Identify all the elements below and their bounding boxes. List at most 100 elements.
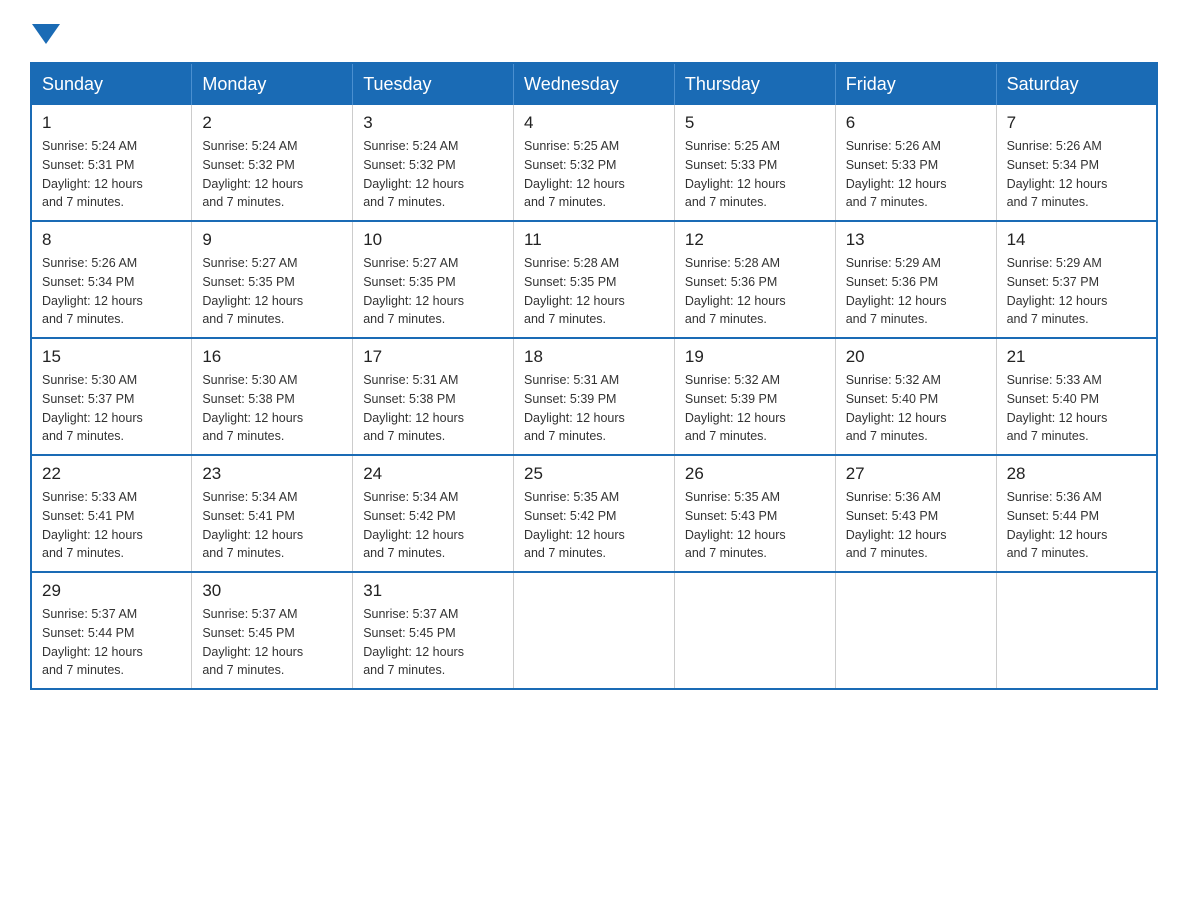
calendar-cell: 15 Sunrise: 5:30 AMSunset: 5:37 PMDayligh… [31,338,192,455]
calendar-cell: 23 Sunrise: 5:34 AMSunset: 5:41 PMDayligh… [192,455,353,572]
day-info: Sunrise: 5:34 AMSunset: 5:41 PMDaylight:… [202,488,342,563]
calendar-cell: 5 Sunrise: 5:25 AMSunset: 5:33 PMDaylight… [674,105,835,221]
calendar-cell: 20 Sunrise: 5:32 AMSunset: 5:40 PMDayligh… [835,338,996,455]
day-info: Sunrise: 5:31 AMSunset: 5:38 PMDaylight:… [363,371,503,446]
day-info: Sunrise: 5:32 AMSunset: 5:39 PMDaylight:… [685,371,825,446]
day-info: Sunrise: 5:25 AMSunset: 5:32 PMDaylight:… [524,137,664,212]
day-info: Sunrise: 5:37 AMSunset: 5:45 PMDaylight:… [363,605,503,680]
page-header [30,20,1158,42]
calendar-cell: 25 Sunrise: 5:35 AMSunset: 5:42 PMDayligh… [514,455,675,572]
calendar-cell [996,572,1157,689]
day-number: 27 [846,464,986,484]
calendar-cell: 30 Sunrise: 5:37 AMSunset: 5:45 PMDayligh… [192,572,353,689]
day-number: 4 [524,113,664,133]
day-info: Sunrise: 5:29 AMSunset: 5:36 PMDaylight:… [846,254,986,329]
day-info: Sunrise: 5:32 AMSunset: 5:40 PMDaylight:… [846,371,986,446]
day-number: 5 [685,113,825,133]
logo [30,20,60,42]
calendar-cell: 28Sunrise: 5:36 AMSunset: 5:44 PMDayligh… [996,455,1157,572]
column-header-monday: Monday [192,63,353,105]
day-number: 7 [1007,113,1146,133]
column-header-sunday: Sunday [31,63,192,105]
day-info: Sunrise: 5:36 AMSunset: 5:44 PMDaylight:… [1007,488,1146,563]
day-info: Sunrise: 5:37 AMSunset: 5:45 PMDaylight:… [202,605,342,680]
day-info: Sunrise: 5:37 AMSunset: 5:44 PMDaylight:… [42,605,181,680]
calendar-cell: 22 Sunrise: 5:33 AMSunset: 5:41 PMDayligh… [31,455,192,572]
calendar-table: SundayMondayTuesdayWednesdayThursdayFrid… [30,62,1158,690]
day-number: 22 [42,464,181,484]
day-info: Sunrise: 5:35 AMSunset: 5:43 PMDaylight:… [685,488,825,563]
day-info: Sunrise: 5:30 AMSunset: 5:37 PMDaylight:… [42,371,181,446]
day-number: 23 [202,464,342,484]
column-header-wednesday: Wednesday [514,63,675,105]
calendar-cell [835,572,996,689]
day-number: 15 [42,347,181,367]
calendar-cell [674,572,835,689]
day-info: Sunrise: 5:26 AMSunset: 5:34 PMDaylight:… [42,254,181,329]
day-info: Sunrise: 5:24 AMSunset: 5:32 PMDaylight:… [363,137,503,212]
day-info: Sunrise: 5:34 AMSunset: 5:42 PMDaylight:… [363,488,503,563]
day-number: 1 [42,113,181,133]
day-info: Sunrise: 5:27 AMSunset: 5:35 PMDaylight:… [202,254,342,329]
calendar-cell: 7 Sunrise: 5:26 AMSunset: 5:34 PMDaylight… [996,105,1157,221]
day-info: Sunrise: 5:24 AMSunset: 5:32 PMDaylight:… [202,137,342,212]
calendar-cell: 12 Sunrise: 5:28 AMSunset: 5:36 PMDayligh… [674,221,835,338]
calendar-cell: 17 Sunrise: 5:31 AMSunset: 5:38 PMDayligh… [353,338,514,455]
day-number: 13 [846,230,986,250]
calendar-cell: 14Sunrise: 5:29 AMSunset: 5:37 PMDayligh… [996,221,1157,338]
calendar-cell: 10Sunrise: 5:27 AMSunset: 5:35 PMDayligh… [353,221,514,338]
calendar-cell: 2 Sunrise: 5:24 AMSunset: 5:32 PMDaylight… [192,105,353,221]
calendar-cell: 24 Sunrise: 5:34 AMSunset: 5:42 PMDayligh… [353,455,514,572]
day-number: 17 [363,347,503,367]
calendar-cell: 16Sunrise: 5:30 AMSunset: 5:38 PMDayligh… [192,338,353,455]
day-number: 25 [524,464,664,484]
day-info: Sunrise: 5:26 AMSunset: 5:34 PMDaylight:… [1007,137,1146,212]
calendar-cell: 8 Sunrise: 5:26 AMSunset: 5:34 PMDaylight… [31,221,192,338]
day-number: 21 [1007,347,1146,367]
day-number: 31 [363,581,503,601]
day-number: 6 [846,113,986,133]
calendar-cell [514,572,675,689]
calendar-cell: 6Sunrise: 5:26 AMSunset: 5:33 PMDaylight… [835,105,996,221]
logo-triangle-icon [32,24,60,44]
calendar-cell: 11 Sunrise: 5:28 AMSunset: 5:35 PMDayligh… [514,221,675,338]
column-header-thursday: Thursday [674,63,835,105]
day-number: 19 [685,347,825,367]
day-number: 11 [524,230,664,250]
day-number: 9 [202,230,342,250]
day-number: 2 [202,113,342,133]
day-info: Sunrise: 5:28 AMSunset: 5:35 PMDaylight:… [524,254,664,329]
calendar-header-row: SundayMondayTuesdayWednesdayThursdayFrid… [31,63,1157,105]
day-number: 24 [363,464,503,484]
column-header-saturday: Saturday [996,63,1157,105]
day-number: 30 [202,581,342,601]
day-info: Sunrise: 5:27 AMSunset: 5:35 PMDaylight:… [363,254,503,329]
calendar-cell: 26 Sunrise: 5:35 AMSunset: 5:43 PMDayligh… [674,455,835,572]
day-number: 26 [685,464,825,484]
day-number: 8 [42,230,181,250]
day-info: Sunrise: 5:24 AMSunset: 5:31 PMDaylight:… [42,137,181,212]
calendar-cell: 18 Sunrise: 5:31 AMSunset: 5:39 PMDayligh… [514,338,675,455]
week-row-5: 29Sunrise: 5:37 AMSunset: 5:44 PMDayligh… [31,572,1157,689]
day-number: 20 [846,347,986,367]
day-number: 18 [524,347,664,367]
day-info: Sunrise: 5:36 AMSunset: 5:43 PMDaylight:… [846,488,986,563]
week-row-2: 8 Sunrise: 5:26 AMSunset: 5:34 PMDaylight… [31,221,1157,338]
day-number: 14 [1007,230,1146,250]
day-info: Sunrise: 5:33 AMSunset: 5:41 PMDaylight:… [42,488,181,563]
calendar-cell: 27 Sunrise: 5:36 AMSunset: 5:43 PMDayligh… [835,455,996,572]
week-row-3: 15 Sunrise: 5:30 AMSunset: 5:37 PMDayligh… [31,338,1157,455]
day-info: Sunrise: 5:31 AMSunset: 5:39 PMDaylight:… [524,371,664,446]
day-info: Sunrise: 5:33 AMSunset: 5:40 PMDaylight:… [1007,371,1146,446]
day-number: 16 [202,347,342,367]
calendar-cell: 9 Sunrise: 5:27 AMSunset: 5:35 PMDaylight… [192,221,353,338]
calendar-cell: 4 Sunrise: 5:25 AMSunset: 5:32 PMDaylight… [514,105,675,221]
day-info: Sunrise: 5:25 AMSunset: 5:33 PMDaylight:… [685,137,825,212]
column-header-tuesday: Tuesday [353,63,514,105]
column-header-friday: Friday [835,63,996,105]
day-info: Sunrise: 5:28 AMSunset: 5:36 PMDaylight:… [685,254,825,329]
week-row-1: 1 Sunrise: 5:24 AMSunset: 5:31 PMDaylight… [31,105,1157,221]
calendar-cell: 21 Sunrise: 5:33 AMSunset: 5:40 PMDayligh… [996,338,1157,455]
day-info: Sunrise: 5:35 AMSunset: 5:42 PMDaylight:… [524,488,664,563]
day-number: 12 [685,230,825,250]
